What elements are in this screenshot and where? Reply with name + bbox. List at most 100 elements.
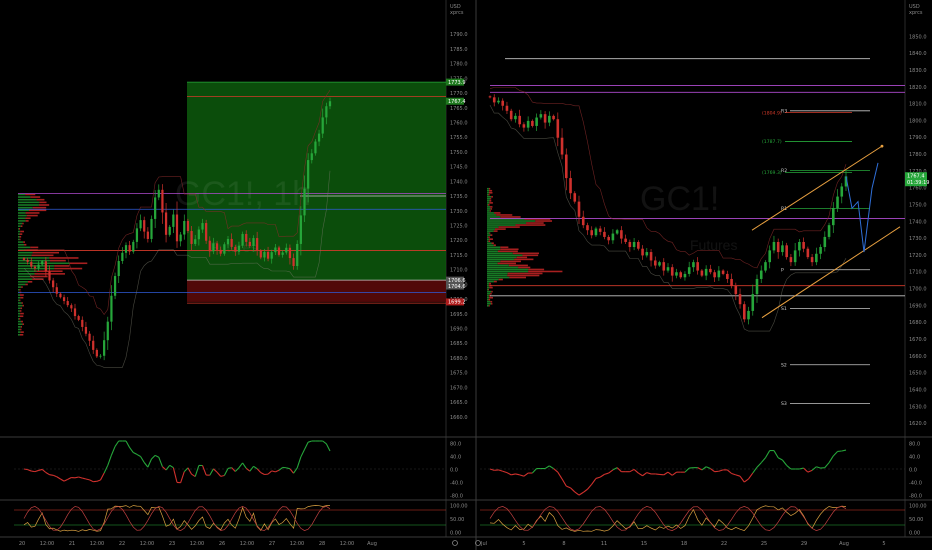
profile-row-down [490, 206, 493, 208]
candle-body [751, 294, 755, 311]
profile-row-down [500, 248, 519, 251]
price-tick: 1710.0 [450, 268, 468, 274]
candle-body [73, 308, 77, 317]
profile-row-up [487, 252, 513, 255]
time-tick: 12:00 [140, 541, 154, 547]
profile-row-down [22, 304, 24, 307]
candle-body [212, 243, 215, 252]
candle-body [789, 257, 793, 263]
profile-row-up [18, 318, 20, 320]
candle-body [539, 114, 543, 118]
profile-row-down [509, 276, 526, 279]
profile-row-up [18, 220, 26, 222]
candle-body [143, 220, 146, 232]
time-tick: 26 [219, 541, 225, 547]
candle-body [172, 214, 175, 227]
candle-body [840, 186, 844, 197]
profile-row-up [18, 198, 37, 201]
candle-body [734, 285, 738, 295]
candle-body [742, 304, 746, 320]
profile-row-up [487, 286, 490, 289]
candle-body [781, 245, 784, 253]
candle-body [168, 226, 171, 235]
profile-row-down [28, 209, 47, 212]
profile-row-down [20, 328, 22, 331]
candle-body [84, 326, 88, 334]
candle-body [548, 115, 551, 123]
candle-body [62, 297, 66, 302]
price-tick: 1660.0 [909, 354, 927, 360]
candle-body [321, 117, 324, 134]
price-tick: 1820.0 [909, 85, 927, 91]
profile-row-down [508, 264, 528, 267]
candle-body [190, 231, 193, 244]
time-tick: 12:00 [190, 541, 204, 547]
candle-body [713, 272, 716, 278]
candle-body [310, 153, 313, 161]
candle-body [30, 261, 33, 267]
candle-body [26, 259, 29, 262]
candle-body [223, 244, 226, 254]
left-time-axis[interactable]: 20 12:00 21 12:00 22 12:00 23 12:00 26 12:00 27 12:… [19, 541, 377, 547]
oscillator-tick: 40.0 [450, 455, 461, 461]
profile-row-up [18, 294, 21, 296]
profile-row-down [25, 220, 29, 222]
profile-row-down [491, 196, 493, 198]
stoch-tick: 0.00 [450, 531, 461, 537]
profile-row-down [490, 300, 493, 303]
candle-body [615, 230, 619, 234]
candle-body [569, 178, 572, 194]
candle-body [658, 262, 661, 266]
candle-body [99, 355, 102, 357]
profile-row-down [528, 270, 563, 273]
profile-row-up [18, 204, 39, 206]
profile-row-down [26, 214, 38, 217]
candle-body [679, 272, 683, 278]
candle-body [666, 267, 670, 271]
candle-body [186, 220, 190, 232]
profile-row-up [487, 276, 510, 279]
profile-row-down [490, 292, 492, 295]
time-tick: 29 [801, 541, 807, 547]
candle-body [836, 196, 839, 209]
profile-row-down [489, 232, 491, 234]
left-price-axis[interactable]: USD xprcs 1790.01785.01780.01775.01770.0… [446, 4, 468, 421]
profile-row-up [18, 225, 21, 227]
candle-body [237, 245, 241, 252]
profile-row-up [487, 212, 495, 214]
profile-row-up [487, 296, 490, 299]
time-tick: Aug [839, 541, 849, 547]
profile-row-up [18, 217, 26, 220]
profile-row-down [20, 230, 24, 233]
candle-body [92, 340, 95, 350]
candle-body [277, 247, 281, 255]
profile-row-down [25, 283, 28, 286]
candle-body [110, 295, 113, 322]
price-tick: 1685.0 [450, 341, 468, 347]
price-tag-text: 1699.2 [448, 300, 466, 306]
candle-body [113, 276, 117, 296]
profile-row-up [487, 260, 501, 263]
time-tick: 22 [119, 541, 125, 547]
profile-row-down [25, 217, 31, 220]
time-tick: 11 [601, 541, 607, 547]
profile-row-down [512, 252, 539, 255]
price-tick: 1730.0 [909, 236, 927, 242]
profile-row-up [18, 259, 51, 262]
profile-row-up [487, 258, 515, 261]
profile-row-down [493, 280, 497, 283]
profile-row-up [18, 296, 21, 299]
profile-row-up [487, 228, 495, 230]
candle-body [709, 268, 712, 273]
profile-row-down [488, 304, 490, 307]
profile-row-up [487, 272, 508, 275]
level-label: (1769.3) [762, 170, 782, 176]
profile-row-down [24, 243, 27, 246]
profile-row-up [487, 208, 491, 210]
price-tick: 1840.0 [909, 51, 927, 57]
profile-row-up [487, 206, 491, 208]
oscillator-tick: 0.0 [450, 468, 458, 474]
price-tag-text: 1767.4 [907, 174, 925, 180]
stoch-tick: 50.00 [909, 517, 923, 523]
price-tick: 1715.0 [450, 253, 468, 259]
